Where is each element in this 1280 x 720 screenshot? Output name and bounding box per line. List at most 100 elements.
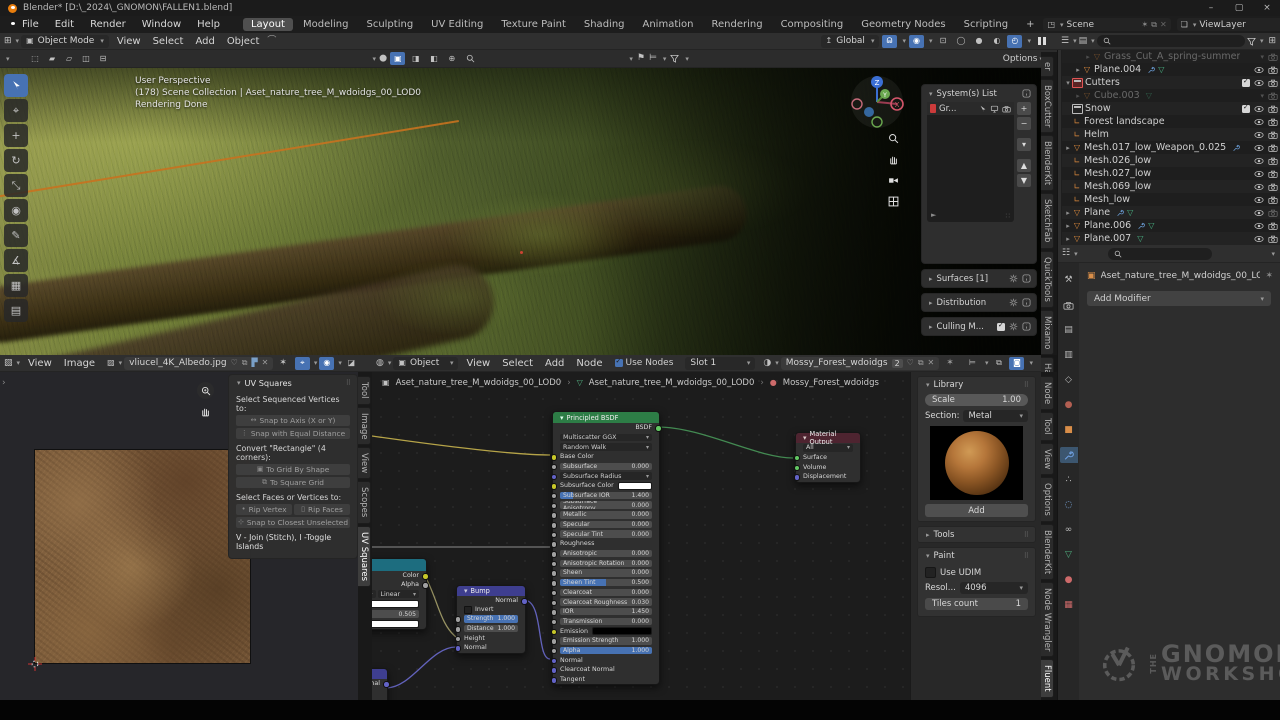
output-row-volume[interactable]: Volume (796, 462, 860, 472)
paint-header[interactable]: ▾Paint⠿ (918, 548, 1035, 563)
unlink-icon[interactable]: ✕ (928, 359, 935, 367)
node-row-specular-tint[interactable]: Specular Tint0.000 (553, 529, 659, 539)
bsdf-output-socket[interactable] (655, 425, 662, 432)
unlink-icon[interactable]: ✕ (262, 359, 269, 367)
hide-eye-icon[interactable] (1254, 156, 1264, 166)
field-white-2[interactable] (372, 620, 419, 629)
outliner-row[interactable]: ∟Mesh_low (1062, 193, 1280, 206)
input-socket[interactable] (794, 455, 801, 462)
sidebar-tab-uv-squares[interactable]: UV Squares (358, 526, 371, 587)
invert-checkbox[interactable]: Invert (457, 605, 525, 614)
workspace-tab-layout[interactable]: Layout (243, 18, 293, 31)
shading-solid-icon[interactable]: ● (971, 35, 986, 48)
slider[interactable]: Anisotropic Rotation0.000 (560, 560, 652, 568)
bookmark-icon[interactable]: ⚑ (637, 54, 645, 63)
sidebar-tab-mixamo[interactable]: Mixamo (1041, 310, 1054, 355)
hide-eye-icon[interactable] (1254, 182, 1264, 192)
color-output[interactable]: Color (372, 571, 426, 580)
move-down-button[interactable]: ▼ (1017, 174, 1031, 187)
maximize-button[interactable]: ▢ (1226, 3, 1252, 13)
system-item[interactable]: Gr... (927, 102, 1014, 115)
annotate-tool-button[interactable]: ✎ (4, 224, 28, 247)
proportional-icon[interactable]: ◉ (319, 357, 334, 370)
input-socket[interactable] (551, 454, 558, 461)
pin-icon[interactable]: ✶ (1265, 272, 1273, 281)
input-socket[interactable] (551, 600, 558, 607)
copy-icon[interactable]: ⧉ (242, 359, 248, 367)
node-row-tangent[interactable]: Tangent (553, 675, 659, 685)
hide-eye-icon[interactable] (1254, 104, 1264, 114)
pin-icon[interactable]: ✶ (1142, 21, 1149, 29)
input-socket[interactable] (551, 609, 558, 616)
normal-output-socket[interactable] (383, 681, 390, 688)
node-row-subsurface-ior[interactable]: Subsurface IOR1.400 (553, 491, 659, 501)
render-visibility-icon[interactable] (1268, 221, 1278, 231)
info-icon[interactable] (1022, 274, 1031, 283)
outliner-row[interactable]: ∟Helm (1062, 128, 1280, 141)
render-visibility-icon[interactable] (1268, 117, 1278, 127)
scale-tool-button[interactable]: ⤡ (4, 174, 28, 197)
input-socket[interactable] (794, 474, 801, 481)
input-socket[interactable] (551, 570, 558, 577)
node-row-normal[interactable]: Normal (553, 655, 659, 665)
tools-panel[interactable]: ▸Tools⠿ (917, 526, 1036, 543)
shader-type-dropdown[interactable]: ▣ Object▾ (393, 357, 458, 370)
bump-node[interactable]: ▾Bump Normal Invert Strength1.000Distanc… (456, 585, 526, 654)
hide-eye-icon[interactable] (1254, 130, 1264, 140)
tool-options-icon[interactable]: ⌒ (267, 37, 276, 46)
remove-item-button[interactable]: − (1017, 117, 1031, 130)
node-row-roughness[interactable]: Roughness (553, 539, 659, 549)
exclude-checkbox[interactable] (1242, 105, 1250, 113)
proportional-edit-icon[interactable]: ◉ (909, 35, 924, 48)
input-socket[interactable] (551, 638, 558, 645)
minimize-button[interactable]: – (1198, 3, 1224, 13)
input-socket[interactable] (455, 616, 462, 623)
outliner-row[interactable]: ▸▽Mesh.017_low_Weapon_0.025 (1062, 141, 1280, 154)
slider[interactable]: Specular0.000 (560, 521, 652, 529)
outliner-row[interactable]: ∟Forest landscape (1062, 115, 1280, 128)
add-primitive-tool-button[interactable]: ▦ (4, 274, 28, 297)
xray-toggle-icon[interactable]: ⊡ (935, 35, 950, 48)
grid-ortho-button[interactable] (885, 193, 902, 210)
viewport-3d[interactable]: User Perspective (178) Scene Collection … (0, 68, 1041, 355)
workspace-tab-sculpting[interactable]: Sculpting (358, 18, 421, 31)
chevron-down-icon[interactable]: ▾ (1260, 92, 1264, 100)
hide-eye-icon[interactable] (1254, 195, 1264, 205)
input-socket[interactable] (551, 648, 558, 655)
node-row-ior[interactable]: IOR1.450 (553, 607, 659, 617)
node-row-sheen[interactable]: Sheen0.000 (553, 568, 659, 578)
node-row-metallic[interactable]: Metallic0.000 (553, 510, 659, 520)
render-visibility-icon[interactable] (1268, 104, 1278, 114)
properties-type-icon[interactable]: ☷ (1062, 249, 1070, 258)
sidebar-tab-node[interactable]: Node (1041, 376, 1054, 410)
info-icon[interactable] (1022, 298, 1031, 307)
sidebar-tab-node-wrangler[interactable]: Node Wrangler (1041, 582, 1054, 657)
sidebar-tab-view[interactable]: View (358, 447, 371, 479)
unlink-scene-icon[interactable]: ✕ (1160, 21, 1167, 29)
transform-tool-button[interactable]: ◉ (4, 199, 28, 222)
input-socket[interactable] (551, 464, 558, 471)
hide-eye-icon[interactable] (1254, 117, 1264, 127)
node-overlay-icon[interactable]: ◙ (1009, 357, 1024, 370)
input-socket[interactable] (551, 561, 558, 568)
color-swatch[interactable] (592, 627, 652, 636)
viewport-menu-add[interactable]: Add (189, 36, 220, 47)
add-modifier-button[interactable]: Add Modifier▾ (1087, 291, 1271, 306)
input-socket[interactable] (551, 532, 558, 539)
new-collection-icon[interactable]: ⊞ (1268, 37, 1276, 46)
outliner-row[interactable]: ▸▽Plane.007▽ (1062, 232, 1280, 245)
slider[interactable]: Specular Tint0.000 (560, 530, 652, 538)
viewport-menu-view[interactable]: View (111, 36, 147, 47)
outliner-row[interactable]: ▾Cutters (1062, 76, 1280, 89)
breadcrumb-mesh[interactable]: Aset_nature_tree_M_wdoidgs_00_LOD0 (589, 378, 755, 388)
list-expand-icon[interactable]: ► (931, 211, 936, 219)
move-up-button[interactable]: ▲ (1017, 159, 1031, 172)
bump-input-height[interactable]: Height (457, 633, 525, 643)
expand-arrow-icon[interactable]: ▸ (1064, 209, 1072, 217)
sidebar-tab-options[interactable]: Options (1041, 477, 1054, 522)
render-visibility-icon[interactable] (1268, 143, 1278, 153)
pan-hand-button[interactable] (197, 403, 214, 420)
select-mode-icon-4[interactable]: ◫ (79, 52, 94, 65)
expand-arrow-icon[interactable]: ▸ (1074, 92, 1082, 100)
panel-toggle-icon[interactable]: › (2, 378, 6, 388)
